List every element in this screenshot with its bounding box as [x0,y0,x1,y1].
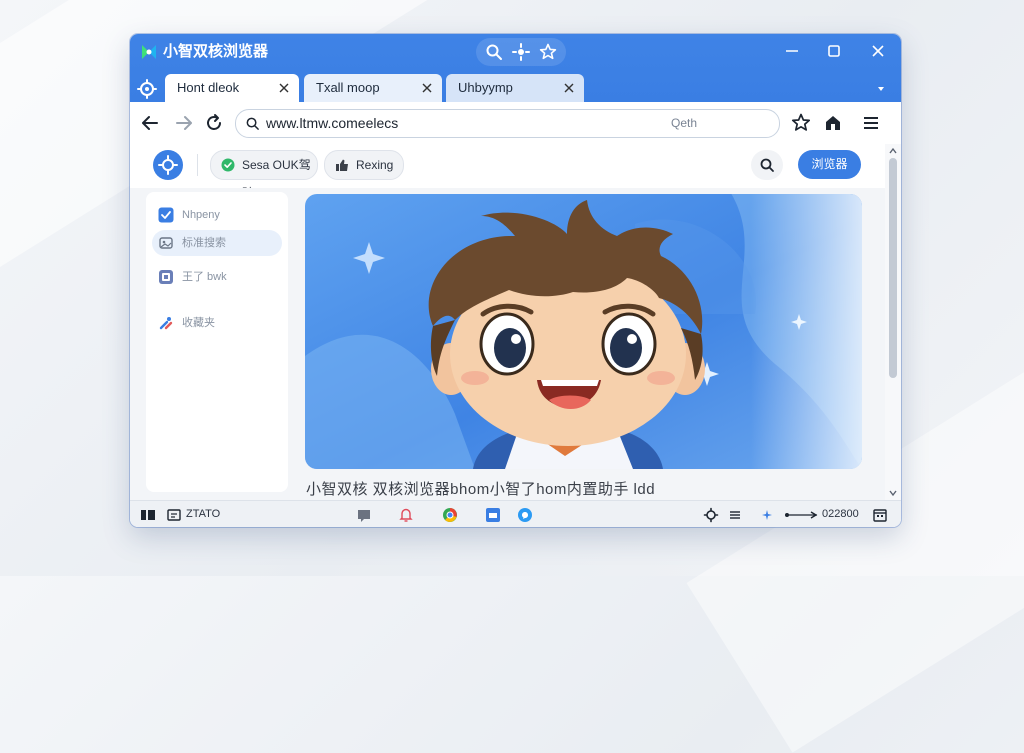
tab-label: Txall moop [316,80,380,95]
menu-icon[interactable] [860,112,882,134]
chat-icon[interactable] [356,507,372,523]
tab-close-icon[interactable] [420,81,434,95]
sidebar-item-verified[interactable]: Nhpeny [152,202,282,228]
app-launcher-icon[interactable] [152,149,184,181]
status-left-text: ZTATO [186,508,221,520]
tab-label: Uhbyymp [458,80,513,95]
navigation-bar: www.ltmw.comeelecs Qeth [130,102,901,145]
store-icon[interactable] [485,507,501,523]
search-icon [246,117,259,130]
reading-chip-label: Rexing [356,158,394,172]
security-chip[interactable]: Sesa OUK驾驶 [210,150,318,200]
tools-icon [159,317,173,330]
extension-icon[interactable] [511,42,531,62]
sidebar-item-search[interactable]: 标准搜索 [152,230,282,256]
app-title: 小智双核浏览器 [163,43,269,60]
status-bar: ZTATO 022800 [130,500,901,527]
tab-3[interactable]: Uhbyymp [446,74,584,102]
sidebar-item-label: 王了 bwk [182,271,227,283]
message-icon[interactable] [517,507,533,523]
content-area: Nhpeny 标准搜索 王了 bwk 收藏夹 小智双核 双核浏览器bhom小智了… [130,188,885,500]
list-icon[interactable] [727,507,743,523]
address-bar[interactable]: www.ltmw.comeelecs Qeth [235,109,780,138]
browser-app-icon[interactable] [442,507,458,523]
tab-close-icon[interactable] [277,81,291,95]
hero-mascot-image [305,194,862,469]
bookmark-star-icon[interactable] [790,112,812,134]
url-text: www.ltmw.comeelecs [266,115,399,131]
close-icon[interactable] [867,40,889,62]
tab-home-icon[interactable] [136,78,158,100]
zoom-slider-icon[interactable] [785,510,819,520]
address-hint: Qeth [670,116,697,130]
minimize-icon[interactable] [781,40,803,62]
scrollbar-thumb[interactable] [889,158,897,378]
image-icon [159,237,173,249]
shield-check-icon [221,158,235,172]
search-icon [760,158,774,172]
tab-label: Hont dleok [177,80,240,95]
sidebar-item-label: Nhpeny [182,209,220,221]
thumbs-up-icon [336,159,348,171]
document-icon[interactable] [166,507,182,523]
back-arrow-icon[interactable] [139,112,161,134]
forward-arrow-icon[interactable] [173,112,195,134]
sparkle-icon[interactable] [759,507,775,523]
title-tools [476,38,566,66]
sidebar-item-favorites[interactable]: 收藏夹 [152,310,282,336]
browser-window: 小智双核浏览器 Hont dleok Txall moop Uhbyymp ww… [130,34,901,527]
app-logo-icon [142,45,156,59]
status-right-text: 022800 [822,508,859,520]
page-caption: 小智双核 双核浏览器bhom小智了hom内置助手 ldd [306,481,656,498]
primary-action-button[interactable]: 浏览器 [798,150,861,179]
tab-1[interactable]: Hont dleok [165,74,299,102]
maximize-icon[interactable] [823,40,845,62]
reload-icon[interactable] [203,112,225,134]
sidebar-item-label: 标准搜索 [182,237,226,249]
tabs-dropdown-icon[interactable] [874,82,888,96]
sidebar-item-work[interactable]: 王了 bwk [152,264,282,290]
bell-icon[interactable] [398,507,414,523]
star-icon[interactable] [538,42,558,62]
toolbar-search-button[interactable] [751,150,783,180]
sidebar-toggle-icon[interactable] [140,507,156,523]
sidebar: Nhpeny 标准搜索 王了 bwk 收藏夹 [146,192,288,492]
toolbar-divider [197,154,198,176]
checkbox-icon [158,207,174,223]
settings-gear-icon[interactable] [703,507,719,523]
home-icon[interactable] [822,112,844,134]
secondary-toolbar: Sesa OUK驾驶 Rexing 浏览器 [130,144,885,200]
vertical-scrollbar[interactable] [885,144,901,500]
title-bar: 小智双核浏览器 Hont dleok Txall moop Uhbyymp [130,34,901,102]
tab-close-icon[interactable] [562,81,576,95]
search-icon[interactable] [484,42,504,62]
sidebar-item-label: 收藏夹 [182,317,215,329]
scroll-down-icon[interactable] [888,488,898,498]
reading-chip[interactable]: Rexing [324,150,404,180]
scroll-up-icon[interactable] [888,146,898,156]
tab-2[interactable]: Txall moop [304,74,442,102]
grid-icon [159,270,173,284]
calendar-icon[interactable] [872,507,888,523]
